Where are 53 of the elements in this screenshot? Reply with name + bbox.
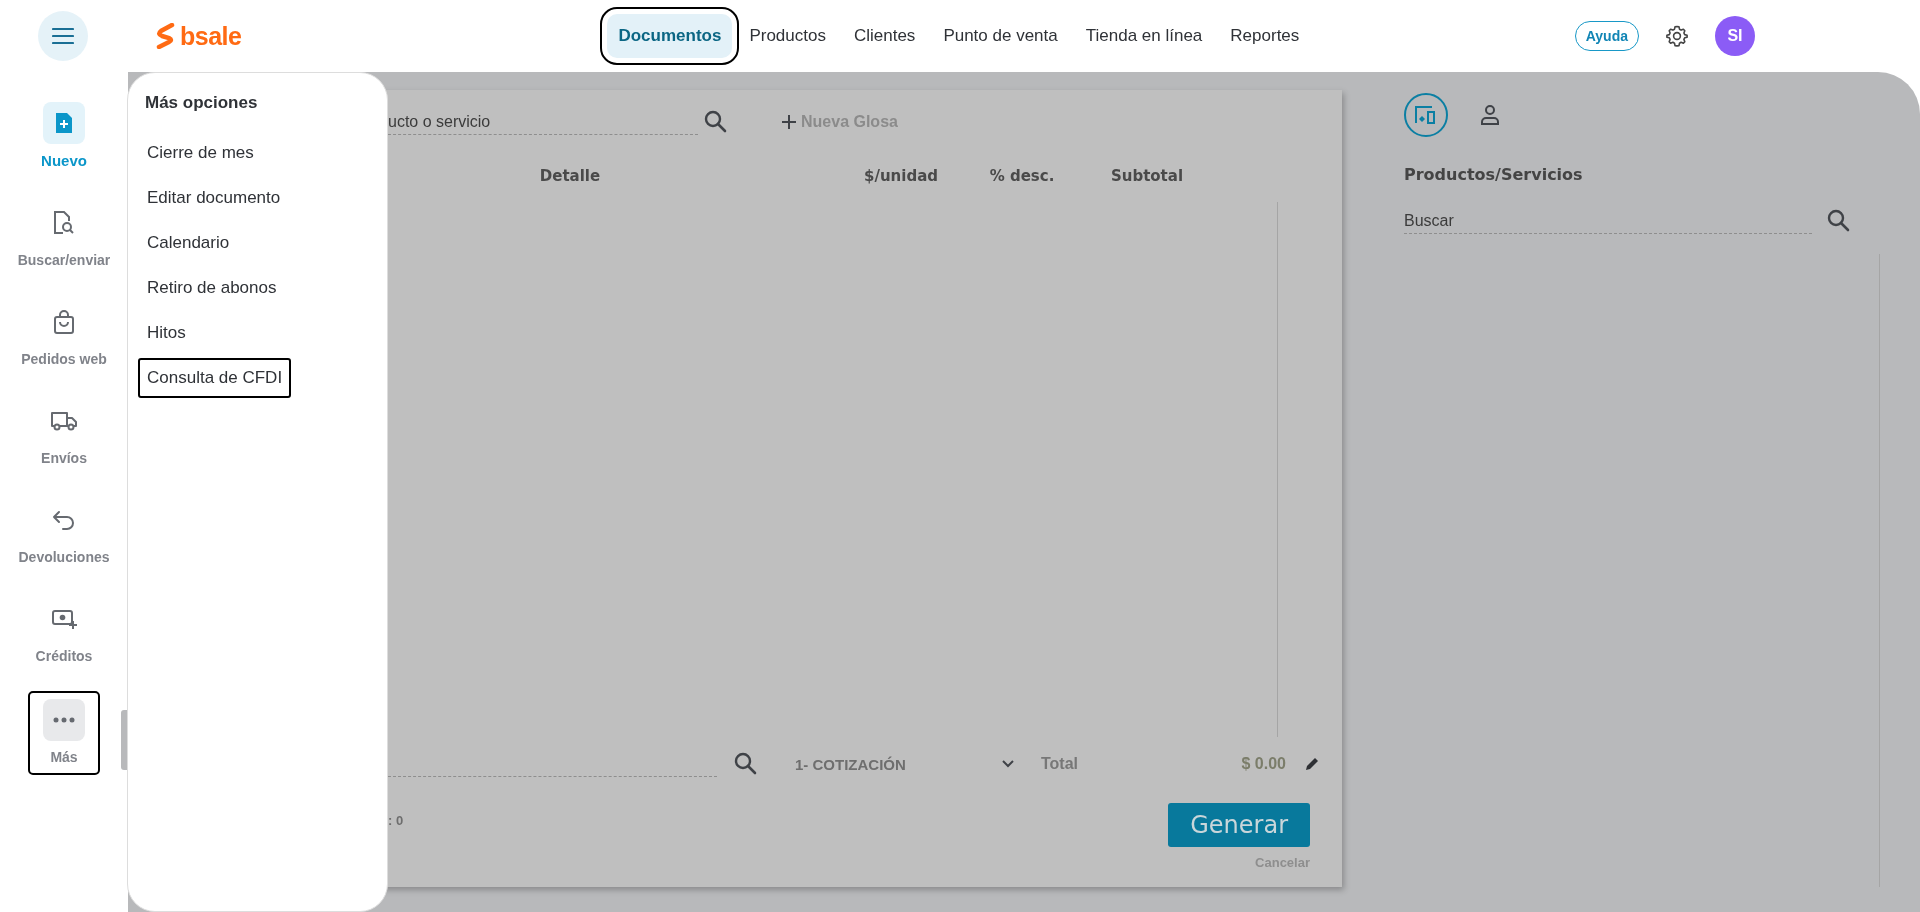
menu-item[interactable]: Hitos [138,313,195,353]
count-text: : 0 [388,813,404,830]
menu-title: Más opciones [145,93,258,113]
product-search-field[interactable]: ucto o servicio [388,109,698,135]
person-icon [1479,104,1501,126]
total-value: $ 0.00 [1241,755,1286,773]
logo-icon [155,23,177,49]
menu-item[interactable]: Editar documento [138,178,290,218]
column-header: Subtotal [1109,167,1185,185]
sidebar-item[interactable]: Pedidos web [4,297,124,371]
cash-plus-icon [51,608,77,630]
more-dots-icon [53,717,75,723]
column-header: % desc. [988,167,1056,185]
search-icon[interactable] [733,751,759,777]
chevron-down-icon [1001,759,1015,769]
menu-item[interactable]: Cierre de mes [138,133,263,173]
return-arrow-icon [51,509,77,531]
panel-heading: Productos/Servicios [1404,165,1584,184]
menu-item[interactable]: Calendario [138,223,239,263]
document-type-select[interactable]: 1- COTIZACIÓN [795,755,1015,773]
shopping-bag-icon [53,309,75,335]
nav-tab[interactable]: Punto de venta [932,14,1069,58]
user-avatar[interactable]: SI [1715,16,1755,56]
nav-tab[interactable]: Tienda en línea [1074,14,1214,58]
settings-icon[interactable] [1665,24,1689,48]
nav-tab[interactable]: Productos [738,14,837,58]
menu-item[interactable]: Retiro de abonos [138,268,286,308]
column-header: $/unidad [863,167,939,185]
search-field[interactable]: Buscar [1404,208,1812,234]
search-icon[interactable] [703,109,729,135]
sidebar-item[interactable]: Más [30,693,98,773]
sidebar-item[interactable]: Envíos [4,396,124,470]
pencil-icon[interactable] [1304,756,1320,772]
truck-icon [50,410,78,432]
sidebar-item[interactable]: Devoluciones [4,495,124,569]
logo-text: bsale [180,21,242,51]
nav-tab[interactable]: Reportes [1219,14,1311,58]
search-icon[interactable] [1826,208,1852,234]
column-header: Detalle [538,167,602,185]
nav-tab[interactable]: Clientes [842,14,927,58]
menu-item[interactable]: Consulta de CFDI [138,358,292,398]
total-label: Total [1041,755,1079,773]
menu-button[interactable] [38,11,88,61]
document-search-icon [52,210,76,236]
help-button[interactable]: Ayuda [1574,21,1639,51]
plus-icon [781,114,797,130]
new-document-icon [54,111,74,135]
menu-icon [52,27,74,45]
sidebar-item[interactable]: Nuevo [4,98,124,173]
devices-icon [1414,104,1438,126]
sidebar-item[interactable]: Créditos [4,594,124,668]
generate-button[interactable]: Generar [1168,803,1310,847]
sidebar-item[interactable]: Buscar/enviar [4,198,124,272]
